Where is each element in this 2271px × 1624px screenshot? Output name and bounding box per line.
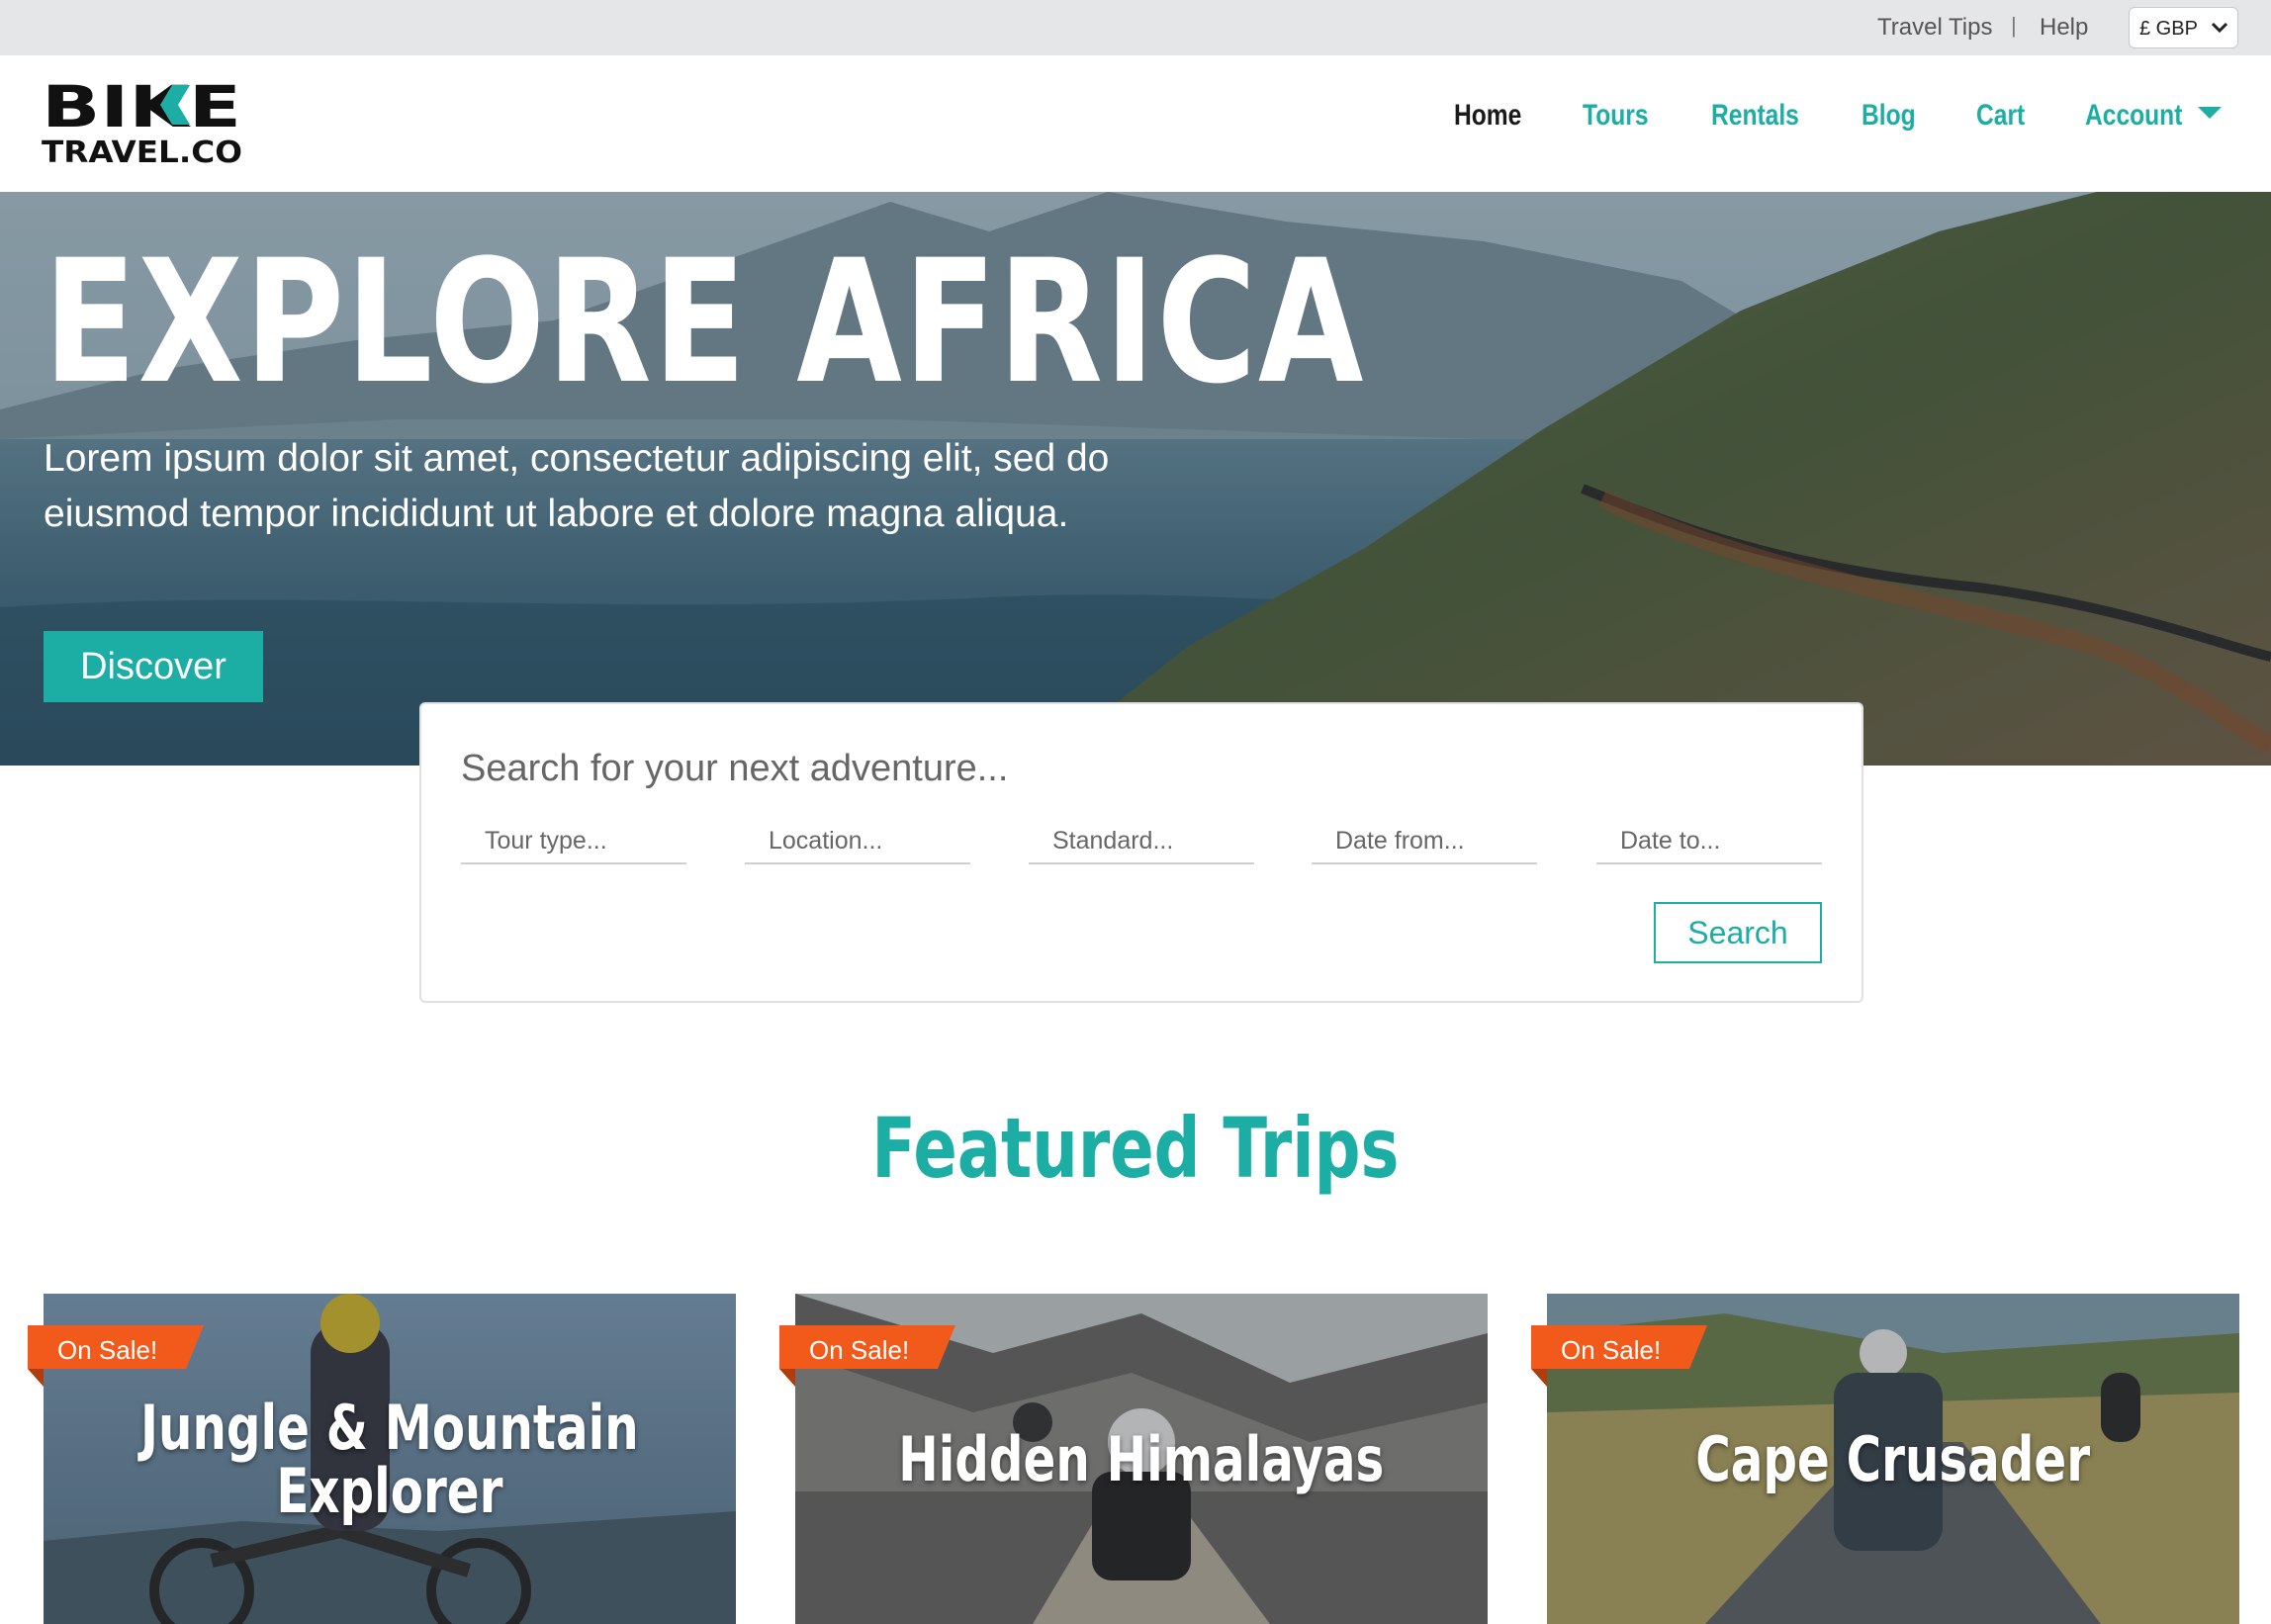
site-header: BIKE TRAVEL.CO Home Tours Rentals Blog C…: [0, 55, 2271, 192]
on-sale-badge: On Sale!: [779, 1325, 957, 1389]
trip-card-title: Cape Crusader: [1547, 1428, 2239, 1491]
svg-text:BIKE: BIKE: [42, 79, 241, 140]
trip-card-title-line1: Jungle & Mountain: [140, 1392, 639, 1464]
nav-rentals[interactable]: Rentals: [1711, 99, 1799, 133]
hero-description: Lorem ipsum dolor sit amet, consectetur …: [44, 437, 1110, 535]
search-panel: Search for your next adventure... Search: [419, 702, 1863, 1003]
tour-type-input[interactable]: [461, 821, 686, 860]
chevron-down-icon: [2211, 22, 2228, 34]
nav-cart[interactable]: Cart: [1976, 99, 2025, 133]
on-sale-badge: On Sale!: [28, 1325, 206, 1389]
help-link[interactable]: Help: [2040, 14, 2088, 42]
featured-heading: Featured Trips: [0, 1100, 2271, 1197]
search-button[interactable]: Search: [1654, 902, 1822, 963]
featured-heading-text: Featured Trips: [871, 1100, 1400, 1197]
trip-card-title-line1: Cape Crusader: [1695, 1423, 2091, 1495]
utility-bar: Travel Tips | Help £ GBP: [0, 0, 2271, 55]
badge-label: On Sale!: [57, 1335, 158, 1365]
trip-card-title-line1: Hidden Himalayas: [898, 1423, 1385, 1495]
location-field[interactable]: [745, 821, 970, 864]
badge-label: On Sale!: [1561, 1335, 1662, 1365]
hero-banner: EXPLORE AFRICA Lorem ipsum dolor sit ame…: [0, 192, 2271, 766]
trip-card-title: Jungle & Mountain Explorer: [44, 1397, 736, 1523]
date-to-field[interactable]: [1596, 821, 1822, 864]
travel-tips-link[interactable]: Travel Tips: [1877, 14, 1992, 42]
nav-home[interactable]: Home: [1454, 99, 1521, 133]
location-input[interactable]: [745, 821, 970, 860]
svg-text:TRAVEL.CO: TRAVEL.CO: [42, 135, 242, 168]
date-to-input[interactable]: [1596, 821, 1822, 860]
nav-account[interactable]: Account: [2085, 99, 2182, 133]
date-from-field[interactable]: [1312, 821, 1537, 864]
search-heading: Search for your next adventure...: [461, 748, 1009, 789]
logo[interactable]: BIKE TRAVEL.CO: [42, 79, 244, 168]
date-from-input[interactable]: [1312, 821, 1537, 860]
discover-button[interactable]: Discover: [44, 631, 263, 702]
nav-tours[interactable]: Tours: [1583, 99, 1649, 133]
trip-card-title-line2: Explorer: [276, 1455, 503, 1527]
currency-select[interactable]: £ GBP: [2129, 7, 2238, 48]
standard-field[interactable]: [1029, 821, 1254, 864]
currency-value: £ GBP: [2139, 18, 2198, 40]
badge-label: On Sale!: [809, 1335, 910, 1365]
trip-card-title: Hidden Himalayas: [795, 1428, 1488, 1491]
tour-type-field[interactable]: [461, 821, 686, 864]
standard-input[interactable]: [1029, 821, 1254, 860]
nav-blog[interactable]: Blog: [1862, 99, 1916, 133]
hero-title: EXPLORE AFRICA: [44, 223, 1366, 421]
on-sale-badge: On Sale!: [1531, 1325, 1709, 1389]
utility-separator: |: [2011, 13, 2017, 38]
caret-down-icon[interactable]: [2198, 107, 2222, 119]
